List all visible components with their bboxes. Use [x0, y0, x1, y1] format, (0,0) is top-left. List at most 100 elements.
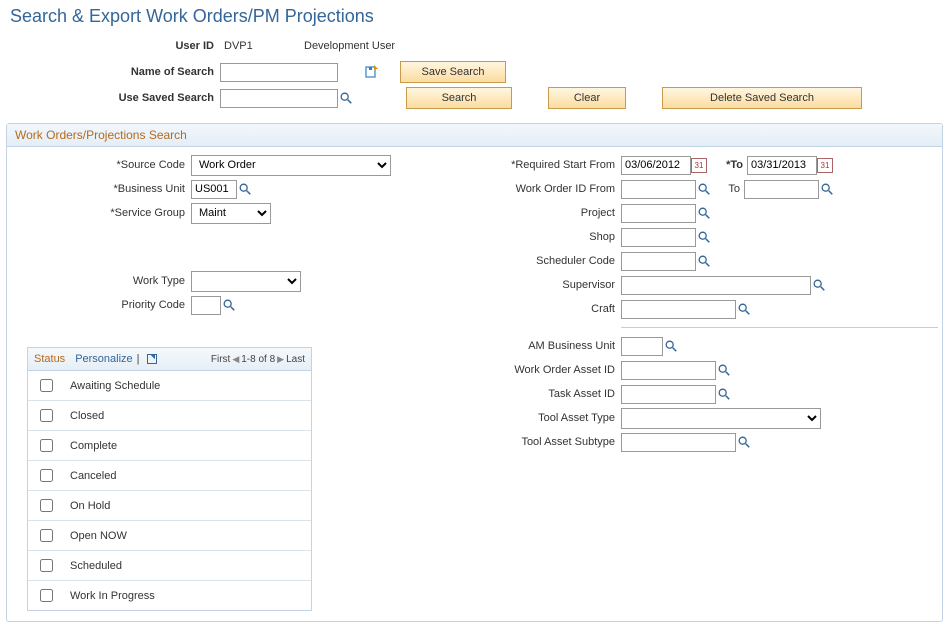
- save-search-button[interactable]: Save Search: [400, 61, 506, 83]
- user-id-label: User ID: [10, 40, 220, 52]
- lookup-icon[interactable]: [696, 229, 712, 245]
- scheduler-code-label: Scheduler Code: [421, 255, 621, 267]
- tool-asset-type-label: Tool Asset Type: [421, 412, 621, 424]
- range-text: 1-8 of 8: [241, 354, 275, 365]
- shop-label: Shop: [421, 231, 621, 243]
- tool-asset-subtype-label: Tool Asset Subtype: [421, 436, 621, 448]
- delete-saved-search-button[interactable]: Delete Saved Search: [662, 87, 862, 109]
- project-label: Project: [421, 207, 621, 219]
- wo-id-to-input[interactable]: [744, 180, 819, 199]
- status-checkbox[interactable]: [40, 439, 53, 452]
- name-of-search-label: Name of Search: [10, 66, 220, 78]
- status-checkbox[interactable]: [40, 499, 53, 512]
- wo-id-to-label: To: [722, 183, 744, 195]
- section-title: Work Orders/Projections Search: [7, 124, 942, 147]
- lookup-icon[interactable]: [716, 362, 732, 378]
- lookup-icon[interactable]: [663, 338, 679, 354]
- status-checkbox[interactable]: [40, 379, 53, 392]
- status-row: Complete: [28, 431, 311, 461]
- task-asset-label: Task Asset ID: [421, 388, 621, 400]
- req-start-from-input[interactable]: [621, 156, 691, 175]
- clear-button[interactable]: Clear: [548, 87, 626, 109]
- status-label: Canceled: [64, 461, 311, 491]
- req-start-to-label: *To: [725, 159, 747, 171]
- wo-id-from-input[interactable]: [621, 180, 696, 199]
- divider: [621, 327, 938, 328]
- am-bu-input[interactable]: [621, 337, 663, 356]
- status-checkbox[interactable]: [40, 409, 53, 422]
- last-link[interactable]: Last: [286, 354, 305, 365]
- service-group-select[interactable]: Maint: [191, 203, 271, 224]
- status-label: Scheduled: [64, 551, 311, 581]
- status-grid: Status Personalize | First ◀ 1-8 of 8 ▶ …: [27, 347, 312, 611]
- lookup-icon[interactable]: [736, 301, 752, 317]
- shop-input[interactable]: [621, 228, 696, 247]
- service-group-label: *Service Group: [11, 207, 191, 219]
- lookup-icon[interactable]: [237, 181, 253, 197]
- search-button[interactable]: Search: [406, 87, 512, 109]
- req-start-from-label: *Required Start From: [421, 159, 621, 171]
- am-bu-label: AM Business Unit: [421, 340, 621, 352]
- status-row: Closed: [28, 401, 311, 431]
- priority-code-input[interactable]: [191, 296, 221, 315]
- project-input[interactable]: [621, 204, 696, 223]
- tool-asset-type-select[interactable]: [621, 408, 821, 429]
- supervisor-input[interactable]: [621, 276, 811, 295]
- task-asset-input[interactable]: [621, 385, 716, 404]
- scheduler-code-input[interactable]: [621, 252, 696, 271]
- tool-asset-subtype-input[interactable]: [621, 433, 736, 452]
- lookup-icon[interactable]: [716, 386, 732, 402]
- craft-input[interactable]: [621, 300, 736, 319]
- wo-asset-input[interactable]: [621, 361, 716, 380]
- work-type-select[interactable]: [191, 271, 301, 292]
- lookup-icon[interactable]: [819, 181, 835, 197]
- wo-asset-label: Work Order Asset ID: [421, 364, 621, 376]
- zoom-icon[interactable]: [144, 351, 160, 367]
- status-row: Awaiting Schedule: [28, 371, 311, 401]
- first-link[interactable]: First: [211, 354, 230, 365]
- page-title: Search & Export Work Orders/PM Projectio…: [0, 0, 949, 31]
- status-checkbox[interactable]: [40, 559, 53, 572]
- lookup-icon[interactable]: [811, 277, 827, 293]
- status-label: Closed: [64, 401, 311, 431]
- calendar-icon[interactable]: 31: [691, 158, 707, 173]
- craft-label: Craft: [421, 303, 621, 315]
- next-arrow-icon[interactable]: ▶: [277, 354, 284, 365]
- status-checkbox[interactable]: [40, 589, 53, 602]
- lookup-icon[interactable]: [221, 297, 237, 313]
- priority-code-label: Priority Code: [11, 299, 191, 311]
- lookup-icon[interactable]: [736, 434, 752, 450]
- status-label: Work In Progress: [64, 581, 311, 611]
- status-row: Open NOW: [28, 521, 311, 551]
- status-label: Awaiting Schedule: [64, 371, 311, 401]
- lookup-icon[interactable]: [696, 181, 712, 197]
- status-row: Scheduled: [28, 551, 311, 581]
- use-saved-search-label: Use Saved Search: [10, 92, 220, 104]
- status-label: Complete: [64, 431, 311, 461]
- personalize-link[interactable]: Personalize: [75, 353, 132, 365]
- user-name-value: Development User: [300, 38, 399, 54]
- user-id-value: DVP1: [220, 38, 300, 54]
- use-saved-search-input[interactable]: [220, 89, 338, 108]
- calendar-icon[interactable]: 31: [817, 158, 833, 173]
- status-row: Canceled: [28, 461, 311, 491]
- business-unit-input[interactable]: [191, 180, 237, 199]
- status-row: On Hold: [28, 491, 311, 521]
- source-code-select[interactable]: Work Order: [191, 155, 391, 176]
- lookup-icon[interactable]: [696, 205, 712, 221]
- supervisor-label: Supervisor: [421, 279, 621, 291]
- prev-arrow-icon[interactable]: ◀: [232, 354, 239, 365]
- req-start-to-input[interactable]: [747, 156, 817, 175]
- status-row: Work In Progress: [28, 581, 311, 611]
- lookup-icon[interactable]: [696, 253, 712, 269]
- status-checkbox[interactable]: [40, 529, 53, 542]
- status-checkbox[interactable]: [40, 469, 53, 482]
- wo-id-from-label: Work Order ID From: [421, 183, 621, 195]
- status-label: Open NOW: [64, 521, 311, 551]
- lookup-icon[interactable]: [338, 90, 354, 106]
- status-label: On Hold: [64, 491, 311, 521]
- work-type-label: Work Type: [11, 275, 191, 287]
- name-of-search-input[interactable]: [220, 63, 338, 82]
- status-grid-title: Status: [34, 353, 65, 365]
- save-config-icon[interactable]: [364, 64, 380, 80]
